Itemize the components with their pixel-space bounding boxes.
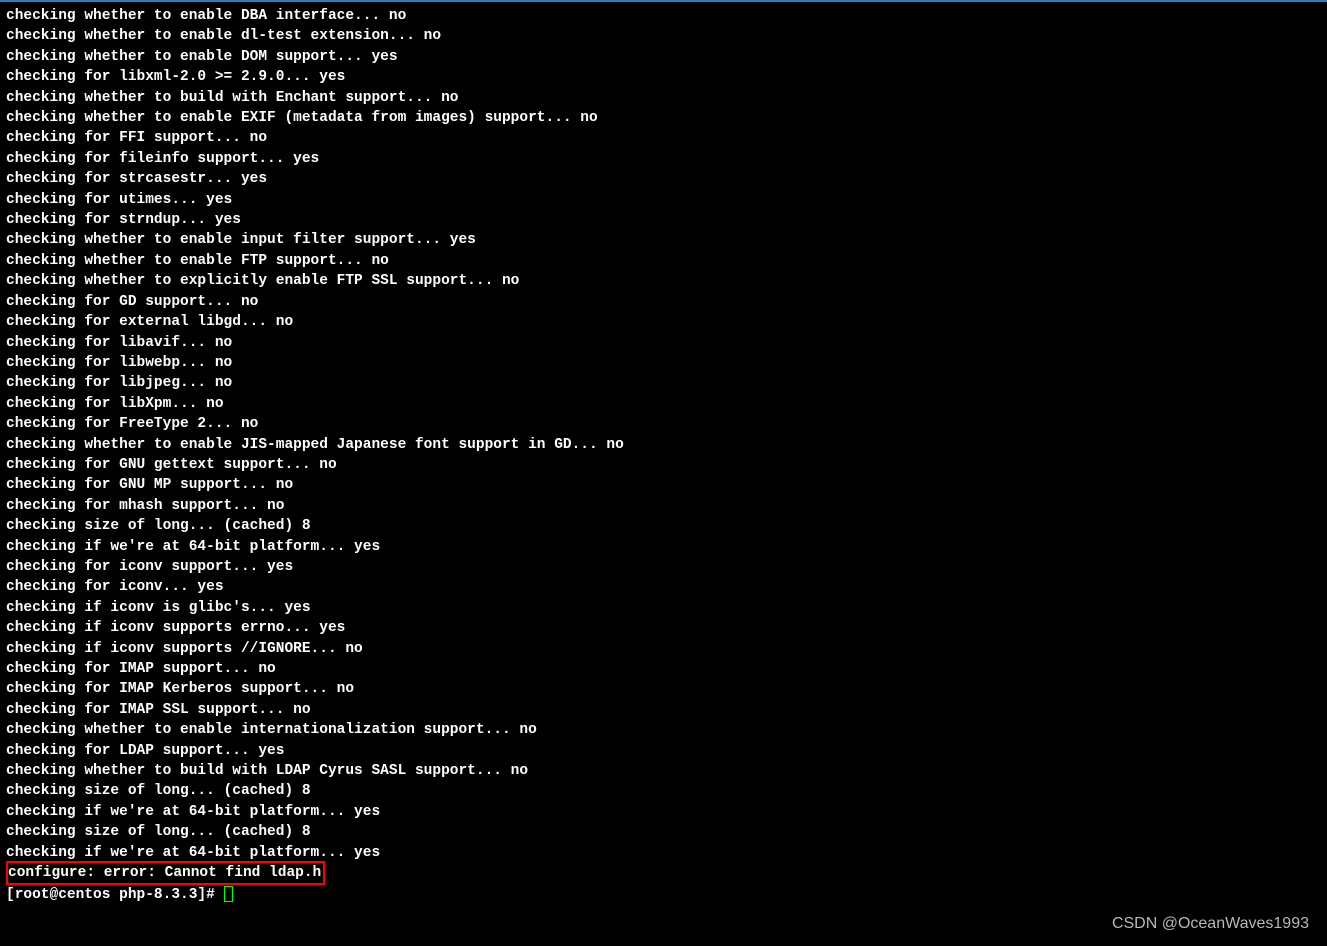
- terminal-line: checking for external libgd... no: [6, 312, 1321, 332]
- terminal-line: checking if we're at 64-bit platform... …: [6, 802, 1321, 822]
- terminal-line: checking whether to enable FTP support..…: [6, 251, 1321, 271]
- terminal-line: checking for iconv support... yes: [6, 557, 1321, 577]
- terminal-line: checking for mhash support... no: [6, 496, 1321, 516]
- terminal-line: checking for FFI support... no: [6, 128, 1321, 148]
- terminal-line: checking for IMAP support... no: [6, 659, 1321, 679]
- terminal-line: checking for utimes... yes: [6, 190, 1321, 210]
- prompt-text: [root@centos php-8.3.3]#: [6, 887, 224, 903]
- terminal-line: checking whether to explicitly enable FT…: [6, 271, 1321, 291]
- terminal-line: checking whether to enable EXIF (metadat…: [6, 108, 1321, 128]
- terminal-line: checking size of long... (cached) 8: [6, 822, 1321, 842]
- terminal-line: checking if we're at 64-bit platform... …: [6, 843, 1321, 863]
- terminal-line: checking for GD support... no: [6, 292, 1321, 312]
- terminal-line: checking for libwebp... no: [6, 353, 1321, 373]
- terminal-line: checking for GNU MP support... no: [6, 475, 1321, 495]
- watermark-text: CSDN @OceanWaves1993: [1112, 914, 1309, 934]
- terminal-line: checking whether to enable input filter …: [6, 230, 1321, 250]
- terminal-line: checking whether to enable international…: [6, 720, 1321, 740]
- terminal-line: checking whether to enable DBA interface…: [6, 6, 1321, 26]
- terminal-line: checking for LDAP support... yes: [6, 741, 1321, 761]
- terminal-line: checking whether to enable JIS-mapped Ja…: [6, 435, 1321, 455]
- terminal-line: checking for strcasestr... yes: [6, 169, 1321, 189]
- cursor-icon: [224, 886, 233, 902]
- terminal-line: checking if iconv supports //IGNORE... n…: [6, 639, 1321, 659]
- terminal-line: checking size of long... (cached) 8: [6, 516, 1321, 536]
- terminal-line: checking for IMAP SSL support... no: [6, 700, 1321, 720]
- terminal-line: checking for FreeType 2... no: [6, 414, 1321, 434]
- terminal-line: checking whether to build with Enchant s…: [6, 88, 1321, 108]
- terminal-line: checking whether to build with LDAP Cyru…: [6, 761, 1321, 781]
- terminal-line: checking if iconv is glibc's... yes: [6, 598, 1321, 618]
- terminal-line: checking whether to enable dl-test exten…: [6, 26, 1321, 46]
- terminal-line: checking for iconv... yes: [6, 577, 1321, 597]
- terminal-line: checking for libjpeg... no: [6, 373, 1321, 393]
- terminal-line: checking whether to enable DOM support..…: [6, 47, 1321, 67]
- shell-prompt[interactable]: [root@centos php-8.3.3]#: [6, 885, 1321, 905]
- terminal-line: checking if we're at 64-bit platform... …: [6, 537, 1321, 557]
- terminal-output[interactable]: checking whether to enable DBA interface…: [6, 6, 1321, 906]
- error-line-highlight: configure: error: Cannot find ldap.h: [6, 861, 325, 885]
- terminal-line: checking for strndup... yes: [6, 210, 1321, 230]
- terminal-line: checking for fileinfo support... yes: [6, 149, 1321, 169]
- terminal-line: checking size of long... (cached) 8: [6, 781, 1321, 801]
- terminal-line: checking for libXpm... no: [6, 394, 1321, 414]
- terminal-line: checking for IMAP Kerberos support... no: [6, 679, 1321, 699]
- terminal-line: checking for libavif... no: [6, 333, 1321, 353]
- terminal-line: checking for GNU gettext support... no: [6, 455, 1321, 475]
- terminal-line: checking for libxml-2.0 >= 2.9.0... yes: [6, 67, 1321, 87]
- terminal-line: checking if iconv supports errno... yes: [6, 618, 1321, 638]
